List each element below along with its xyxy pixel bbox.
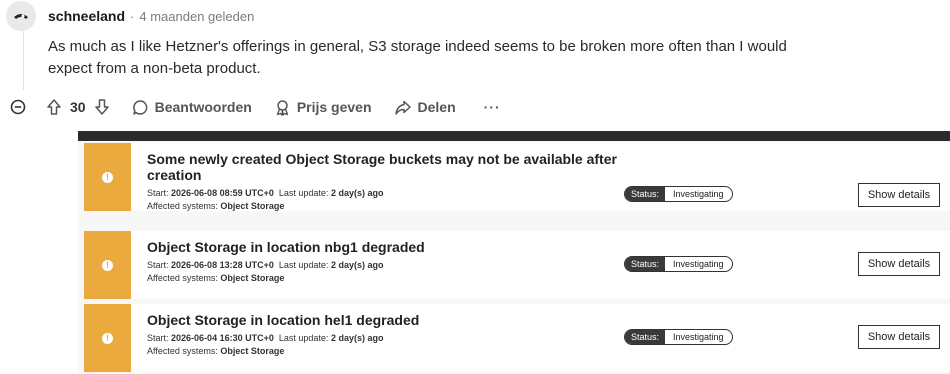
comment-header: schneeland · 4 maanden geleden [6, 1, 254, 31]
status-value: Investigating [673, 259, 724, 269]
comment-time[interactable]: 4 maanden geleden [139, 9, 254, 24]
incident-times: Start: 2026-06-08 13:28 UTC+0 Last updat… [147, 259, 617, 272]
show-details-button[interactable]: Show details [858, 252, 940, 276]
incident-card: ! Object Storage in location nbg1 degrad… [84, 231, 950, 299]
meta-separator: · [130, 8, 135, 24]
incident-title: Object Storage in location nbg1 degraded [147, 239, 425, 255]
update-value: 2 day(s) ago [330, 188, 384, 198]
incident-affected: Affected systems: Object Storage [147, 200, 617, 213]
avatar[interactable] [6, 1, 36, 31]
status-badge: Status: Investigating [624, 329, 733, 345]
affected-value: Object Storage [220, 201, 285, 211]
award-button[interactable]: Prijs geven [274, 99, 372, 116]
reply-button[interactable]: Beantwoorden [132, 99, 252, 116]
start-label: Start: [147, 333, 169, 343]
username[interactable]: schneeland [48, 8, 125, 24]
incident-content: Object Storage in location hel1 degraded… [147, 312, 617, 358]
affected-value: Object Storage [220, 273, 285, 283]
thread-line [23, 30, 24, 90]
affected-value: Object Storage [220, 346, 285, 356]
avatar-icon [6, 1, 36, 31]
embed-topbar [78, 131, 950, 141]
vote-controls: 30 [46, 98, 110, 116]
status-value: Investigating [673, 332, 724, 342]
incident-accent-bar: ! [84, 143, 131, 211]
share-label: Delen [417, 99, 456, 115]
start-value: 2026-06-08 08:59 UTC+0 [171, 188, 274, 198]
incident-card: ! Object Storage in location hel1 degrad… [84, 304, 950, 372]
speech-bubble-icon [132, 99, 147, 115]
award-icon [276, 99, 289, 116]
affected-label: Affected systems: [147, 201, 218, 211]
incident-affected: Affected systems: Object Storage [147, 272, 617, 285]
status-value: Investigating [673, 189, 724, 199]
update-value: 2 day(s) ago [330, 333, 384, 343]
incident-times: Start: 2026-06-04 16:30 UTC+0 Last updat… [147, 332, 617, 345]
incident-affected: Affected systems: Object Storage [147, 345, 617, 358]
incident-content: Object Storage in location nbg1 degraded… [147, 239, 617, 285]
incident-content: Some newly created Object Storage bucket… [147, 151, 617, 213]
award-label: Prijs geven [296, 99, 372, 115]
warning-icon: ! [102, 332, 113, 344]
status-label: Status: [625, 187, 666, 201]
update-label: Last update: [278, 188, 329, 198]
warning-icon: ! [102, 259, 113, 271]
incident-card: ! Some newly created Object Storage buck… [84, 143, 950, 211]
show-details-button[interactable]: Show details [858, 325, 940, 349]
share-arrow-icon [394, 100, 411, 115]
start-label: Start: [147, 188, 169, 198]
status-label: Status: [625, 330, 666, 344]
more-options-button[interactable]: ··· [484, 99, 501, 115]
update-label: Last update: [278, 260, 329, 270]
share-button[interactable]: Delen [394, 99, 456, 116]
warning-icon: ! [102, 171, 113, 183]
status-embed: ! Some newly created Object Storage buck… [78, 131, 950, 374]
incident-accent-bar: ! [84, 231, 131, 299]
status-label: Status: [625, 257, 666, 271]
comment-actions: 30 Beantwoorden Prijs geven Delen ··· [10, 96, 501, 118]
incident-title: Object Storage in location hel1 degraded [147, 312, 420, 328]
status-badge: Status: Investigating [624, 186, 733, 202]
status-badge: Status: Investigating [624, 256, 733, 272]
collapse-button[interactable] [10, 99, 26, 115]
update-label: Last update: [278, 333, 329, 343]
start-value: 2026-06-08 13:28 UTC+0 [171, 260, 274, 270]
vote-count: 30 [70, 99, 86, 115]
arrow-down-icon[interactable] [94, 98, 110, 116]
arrow-up-icon[interactable] [46, 98, 62, 116]
update-value: 2 day(s) ago [330, 260, 384, 270]
incident-accent-bar: ! [84, 304, 131, 372]
incident-title: Some newly created Object Storage bucket… [147, 151, 617, 183]
start-label: Start: [147, 260, 169, 270]
reply-label: Beantwoorden [154, 99, 252, 115]
start-value: 2026-06-04 16:30 UTC+0 [171, 333, 274, 343]
comment-body: As much as I like Hetzner's offerings in… [48, 38, 787, 77]
incident-times: Start: 2026-06-08 08:59 UTC+0 Last updat… [147, 187, 617, 200]
circle-minus-icon [10, 99, 26, 115]
affected-label: Affected systems: [147, 273, 218, 283]
show-details-button[interactable]: Show details [858, 183, 940, 207]
affected-label: Affected systems: [147, 346, 218, 356]
